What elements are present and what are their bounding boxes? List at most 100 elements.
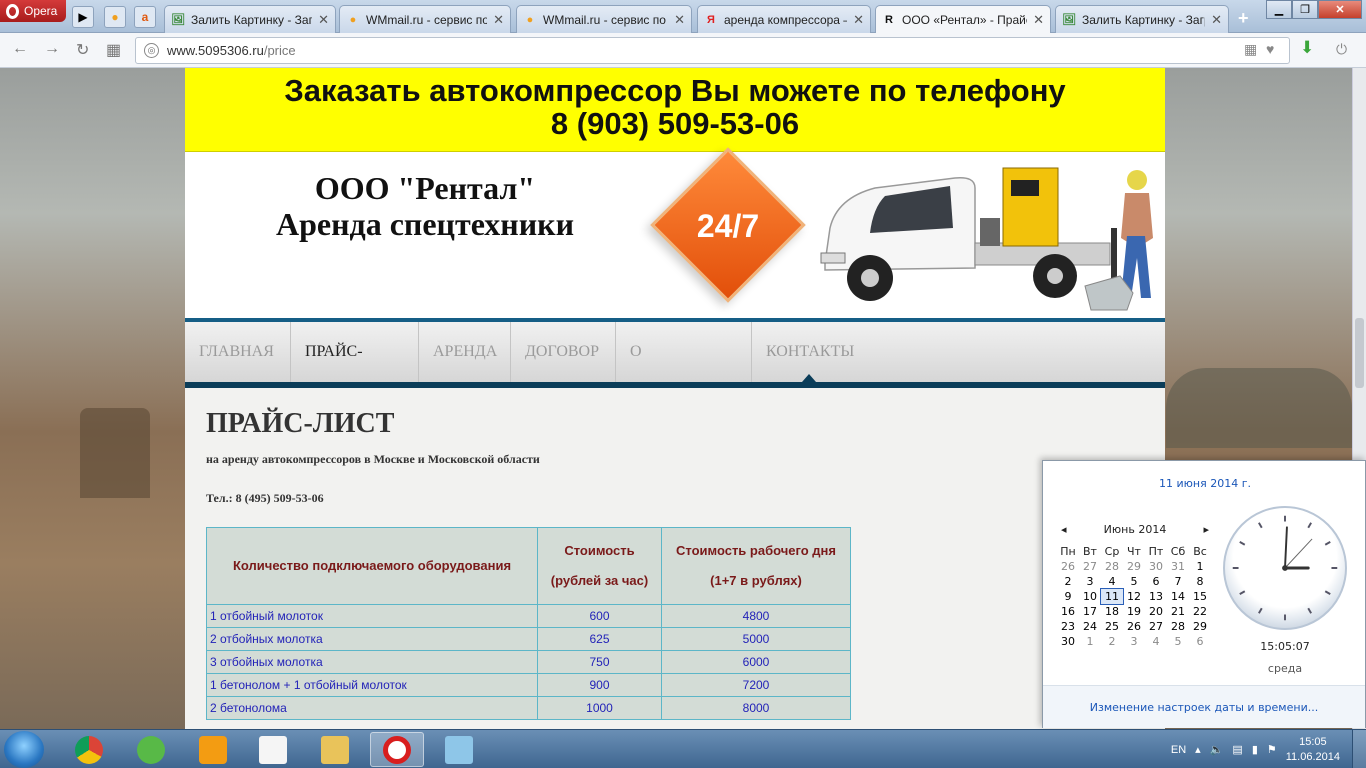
tab-close-icon[interactable]: ✕: [1211, 12, 1222, 28]
taskbar-notepad[interactable]: [432, 732, 486, 767]
calendar-day[interactable]: 4: [1145, 634, 1167, 649]
menu-item-contract[interactable]: ДОГОВОР: [511, 322, 616, 382]
calendar-day[interactable]: 8: [1189, 574, 1211, 589]
calendar-day[interactable]: 31: [1167, 559, 1189, 574]
calendar-day[interactable]: 17: [1079, 604, 1101, 619]
start-button[interactable]: [4, 731, 44, 768]
calendar-day[interactable]: 11: [1100, 588, 1124, 605]
calendar-day[interactable]: 7: [1167, 574, 1189, 589]
tab-close-icon[interactable]: ✕: [318, 12, 329, 28]
reload-icon[interactable]: ↻: [76, 40, 89, 60]
browser-tab[interactable]: 🖼 Залить Картинку - Загр ✕: [164, 5, 336, 33]
taskbar-opera[interactable]: [370, 732, 424, 767]
flag-icon[interactable]: ⚑: [1267, 743, 1277, 756]
maximize-button[interactable]: ❐: [1292, 0, 1318, 19]
taskbar-clock[interactable]: 15:05 11.06.2014: [1286, 735, 1340, 765]
calendar-day[interactable]: 14: [1167, 589, 1189, 604]
network-icon[interactable]: ▤: [1232, 743, 1242, 756]
menu-item-price-list[interactable]: ПРАЙС-ЛИСТ: [291, 322, 419, 420]
calendar-day[interactable]: 9: [1057, 589, 1079, 604]
calendar-day[interactable]: 20: [1145, 604, 1167, 619]
taskbar-utorrent[interactable]: [124, 732, 178, 767]
tab-close-icon[interactable]: ✕: [853, 12, 864, 28]
calendar-day[interactable]: 5: [1123, 574, 1145, 589]
minimize-button[interactable]: ▁: [1266, 0, 1292, 19]
opera-menu-button[interactable]: Opera: [0, 0, 66, 22]
power-icon[interactable]: ⏻: [1336, 41, 1347, 58]
next-month-icon[interactable]: ▸: [1203, 523, 1209, 536]
calendar-day[interactable]: 15: [1189, 589, 1211, 604]
speed-dial-grid-icon[interactable]: ▦: [106, 40, 121, 60]
calendar-day[interactable]: 6: [1145, 574, 1167, 589]
browser-tab[interactable]: 🖼 Залить Картинку - Загр ✕: [1055, 5, 1229, 33]
menu-item-contacts[interactable]: КОНТАКТЫ: [752, 322, 872, 382]
calendar-day[interactable]: 29: [1189, 619, 1211, 634]
calendar-day[interactable]: 30: [1057, 634, 1079, 649]
calendar-day[interactable]: 16: [1057, 604, 1079, 619]
speed-dial-tab[interactable]: ▶: [72, 6, 94, 28]
calendar-day[interactable]: 6: [1189, 634, 1211, 649]
address-bar[interactable]: ◎ www.5095306.ru/price: [135, 37, 1290, 64]
calendar-day[interactable]: 24: [1079, 619, 1101, 634]
taskbar-explorer[interactable]: [308, 732, 362, 767]
calendar-month-label[interactable]: Июнь 2014: [1104, 523, 1167, 536]
address-url[interactable]: www.5095306.ru/price: [167, 43, 296, 58]
calendar-day[interactable]: 3: [1079, 574, 1101, 589]
calendar-day[interactable]: 23: [1057, 619, 1079, 634]
scrollbar-thumb[interactable]: [1355, 318, 1364, 388]
tray-expand-icon[interactable]: ▴: [1195, 743, 1201, 756]
bookmark-heart-icon[interactable]: ♥: [1266, 41, 1274, 57]
language-indicator[interactable]: EN: [1171, 744, 1186, 756]
calendar-day[interactable]: 18: [1101, 604, 1123, 619]
calendar-day[interactable]: 19: [1123, 604, 1145, 619]
signal-icon[interactable]: ▮: [1252, 743, 1258, 756]
calendar-day[interactable]: 27: [1079, 559, 1101, 574]
calendar-day[interactable]: 4: [1101, 574, 1123, 589]
grid-icon[interactable]: ▦: [1244, 41, 1257, 58]
calendar-day[interactable]: 25: [1101, 619, 1123, 634]
calendar-day[interactable]: 5: [1167, 634, 1189, 649]
calendar-day[interactable]: 13: [1145, 589, 1167, 604]
previous-month-icon[interactable]: ◂: [1061, 523, 1067, 536]
calendar-day[interactable]: 28: [1101, 559, 1123, 574]
calendar-day[interactable]: 2: [1057, 574, 1079, 589]
browser-tab[interactable]: ● WMmail.ru - сервис по ✕: [339, 5, 511, 33]
pinned-tab-wmmail[interactable]: ●: [104, 6, 126, 28]
close-window-button[interactable]: ✕: [1318, 0, 1362, 19]
back-arrow-icon[interactable]: ←: [12, 40, 28, 58]
calendar-day[interactable]: 27: [1145, 619, 1167, 634]
calendar-day[interactable]: 12: [1123, 589, 1145, 604]
tab-close-icon[interactable]: ✕: [674, 12, 685, 28]
calendar-day[interactable]: 30: [1145, 559, 1167, 574]
new-tab-button[interactable]: +: [1238, 8, 1249, 29]
menu-item-about[interactable]: О КОМПАНИИ: [616, 322, 752, 420]
forward-arrow-icon[interactable]: →: [44, 40, 60, 58]
menu-item-rent[interactable]: АРЕНДА: [419, 322, 511, 382]
calendar-day[interactable]: 21: [1167, 604, 1189, 619]
calendar-day[interactable]: 1: [1079, 634, 1101, 649]
calendar-day[interactable]: 2: [1101, 634, 1123, 649]
change-date-time-settings-link[interactable]: Изменение настроек даты и времени...: [1043, 685, 1365, 728]
calendar-full-date-link[interactable]: 11 июня 2014 г.: [1043, 477, 1366, 490]
taskbar-chrome[interactable]: [62, 732, 116, 767]
calendar-day[interactable]: 1: [1189, 559, 1211, 574]
calendar-day[interactable]: 26: [1057, 559, 1079, 574]
menu-item-home[interactable]: ГЛАВНАЯ: [185, 322, 291, 382]
browser-tab[interactable]: R ООО «Рентал» - Прайс ✕: [875, 5, 1051, 34]
calendar-day[interactable]: 28: [1167, 619, 1189, 634]
show-desktop-button[interactable]: [1352, 730, 1366, 768]
calendar-day[interactable]: 26: [1123, 619, 1145, 634]
calendar-day[interactable]: 10: [1079, 589, 1101, 604]
tab-close-icon[interactable]: ✕: [493, 12, 504, 28]
browser-tab[interactable]: ● WMmail.ru - сервис по ✕: [516, 5, 692, 33]
calendar-day[interactable]: 3: [1123, 634, 1145, 649]
browser-tab[interactable]: Яаренда компрессора – ✕: [697, 5, 871, 33]
calendar-day[interactable]: 22: [1189, 604, 1211, 619]
download-arrow-icon[interactable]: ⬇: [1300, 38, 1314, 58]
volume-icon[interactable]: 🔈: [1210, 743, 1224, 756]
taskbar-solitaire[interactable]: [246, 732, 300, 767]
calendar-day[interactable]: 29: [1123, 559, 1145, 574]
pinned-tab-amazon[interactable]: a: [134, 6, 156, 28]
tab-close-icon[interactable]: ✕: [1033, 12, 1044, 28]
taskbar-aimp[interactable]: [186, 732, 240, 767]
